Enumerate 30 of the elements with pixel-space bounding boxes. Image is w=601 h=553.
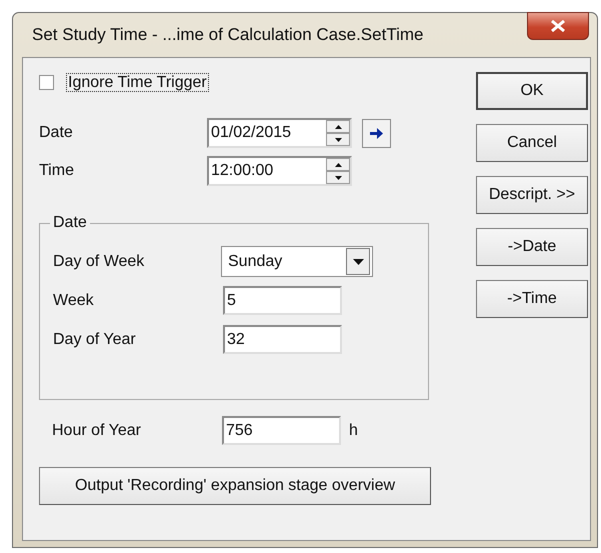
- spin-buttons[interactable]: [326, 158, 350, 184]
- group-title: Date: [52, 214, 88, 232]
- arrow-button[interactable]: [362, 118, 391, 148]
- day-dropdown[interactable]: Sunday: [221, 246, 373, 277]
- day-of-year-field[interactable]: 32: [223, 325, 342, 354]
- close-button[interactable]: [527, 12, 589, 40]
- field-label: Week: [53, 292, 95, 310]
- date-field[interactable]: 01/02/2015: [207, 118, 352, 148]
- field-label: Day of Year: [53, 330, 137, 348]
- checkbox-label[interactable]: Ignore Time Trigger: [66, 72, 209, 92]
- field-label: Time: [39, 162, 75, 180]
- unit-label: h: [349, 422, 358, 440]
- time-field[interactable]: 12:00:00: [207, 156, 352, 186]
- dialog-button[interactable]: ->Time: [476, 280, 588, 318]
- window-title: Set Study Time - ...ime of Calculation Case.SetTime: [32, 25, 424, 45]
- hour-field[interactable]: 756: [222, 416, 341, 445]
- dialog-button[interactable]: OK: [476, 72, 588, 110]
- field-label: Day of Week: [53, 252, 146, 270]
- field-label: Date: [39, 124, 74, 142]
- field-label: Hour of Year: [52, 422, 142, 440]
- week-field[interactable]: 5: [223, 286, 342, 315]
- arrow-icon: [370, 128, 383, 138]
- dialog-button[interactable]: ->Date: [476, 228, 588, 266]
- checkbox[interactable]: [39, 74, 54, 90]
- spin-buttons[interactable]: [326, 120, 350, 146]
- output-button[interactable]: Output 'Recording' expansion stage overview: [39, 467, 431, 505]
- close-icon: [550, 20, 566, 32]
- dialog-button[interactable]: Cancel: [476, 124, 588, 162]
- dropdown-icon: [352, 258, 364, 264]
- dialog-button[interactable]: Descript. >>: [476, 176, 588, 214]
